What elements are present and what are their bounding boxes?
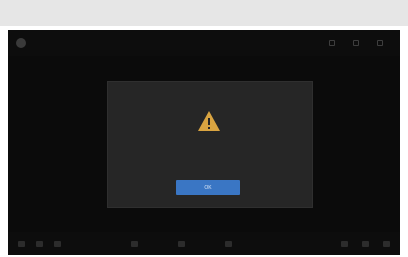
skip-forward-icon[interactable] xyxy=(54,240,61,247)
app-logo-icon xyxy=(16,38,26,48)
settings-icon[interactable] xyxy=(353,40,359,46)
skip-back-icon[interactable] xyxy=(36,240,43,247)
playlist-icon[interactable] xyxy=(362,240,369,247)
player-top-bar xyxy=(8,30,400,56)
previous-icon[interactable] xyxy=(131,240,138,247)
player-bottom-bar xyxy=(8,232,400,255)
caption-icon[interactable] xyxy=(329,40,335,46)
next-icon[interactable] xyxy=(225,240,232,247)
top-actions xyxy=(329,40,392,46)
player-window: OK xyxy=(8,30,400,255)
warning-icon xyxy=(198,111,220,131)
menu-icon[interactable] xyxy=(383,240,390,247)
volume-icon[interactable] xyxy=(341,240,348,247)
browser-top-strip xyxy=(0,0,408,26)
stop-icon[interactable] xyxy=(178,240,185,247)
ok-button[interactable]: OK xyxy=(176,180,240,195)
warning-dialog: OK xyxy=(107,81,313,208)
fullscreen-icon[interactable] xyxy=(377,40,383,46)
play-icon[interactable] xyxy=(18,240,25,247)
